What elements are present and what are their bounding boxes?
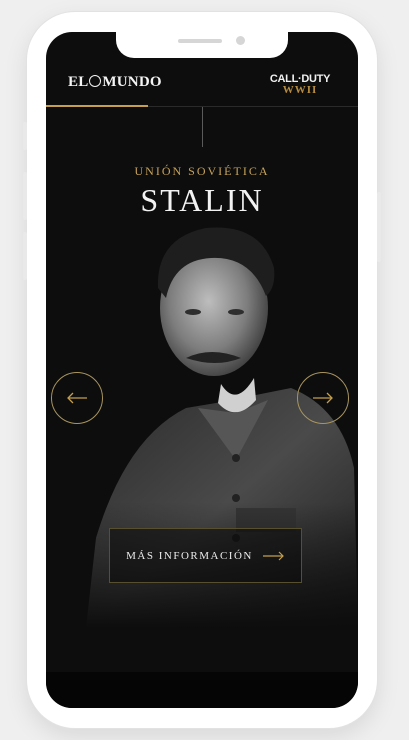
next-slide-button[interactable] xyxy=(297,372,349,424)
top-bar: EL MUNDO CALL·DUTY WWII xyxy=(46,58,358,106)
center-vertical-line xyxy=(202,107,203,147)
prev-slide-button[interactable] xyxy=(51,372,103,424)
logo-text-el: EL xyxy=(68,74,89,90)
progress-indicator xyxy=(46,105,148,107)
volume-down-button xyxy=(23,232,27,280)
phone-screen: EL MUNDO CALL·DUTY WWII UNIÓN SOVIÉTICA S… xyxy=(46,32,358,708)
more-info-label: MÁS INFORMACIÓN xyxy=(126,549,253,562)
call-of-duty-logo[interactable]: CALL·DUTY WWII xyxy=(266,74,334,96)
arrow-right-icon xyxy=(262,551,284,560)
arrow-left-icon xyxy=(67,392,87,404)
speaker-grill xyxy=(178,39,222,43)
more-info-button[interactable]: MÁS INFORMACIÓN xyxy=(109,528,302,583)
power-button xyxy=(377,192,381,262)
elmundo-logo[interactable]: EL MUNDO xyxy=(68,74,162,91)
arrow-right-icon xyxy=(313,392,333,404)
globe-icon xyxy=(89,75,102,87)
logo-text-mundo: MUNDO xyxy=(102,74,162,90)
bottom-strip xyxy=(46,672,358,708)
mute-switch xyxy=(23,122,27,150)
cod-logo-sub: WWII xyxy=(282,84,318,96)
volume-up-button xyxy=(23,172,27,220)
front-camera xyxy=(236,36,245,45)
hero-subtitle: UNIÓN SOVIÉTICA xyxy=(134,164,270,178)
notch xyxy=(116,32,288,58)
